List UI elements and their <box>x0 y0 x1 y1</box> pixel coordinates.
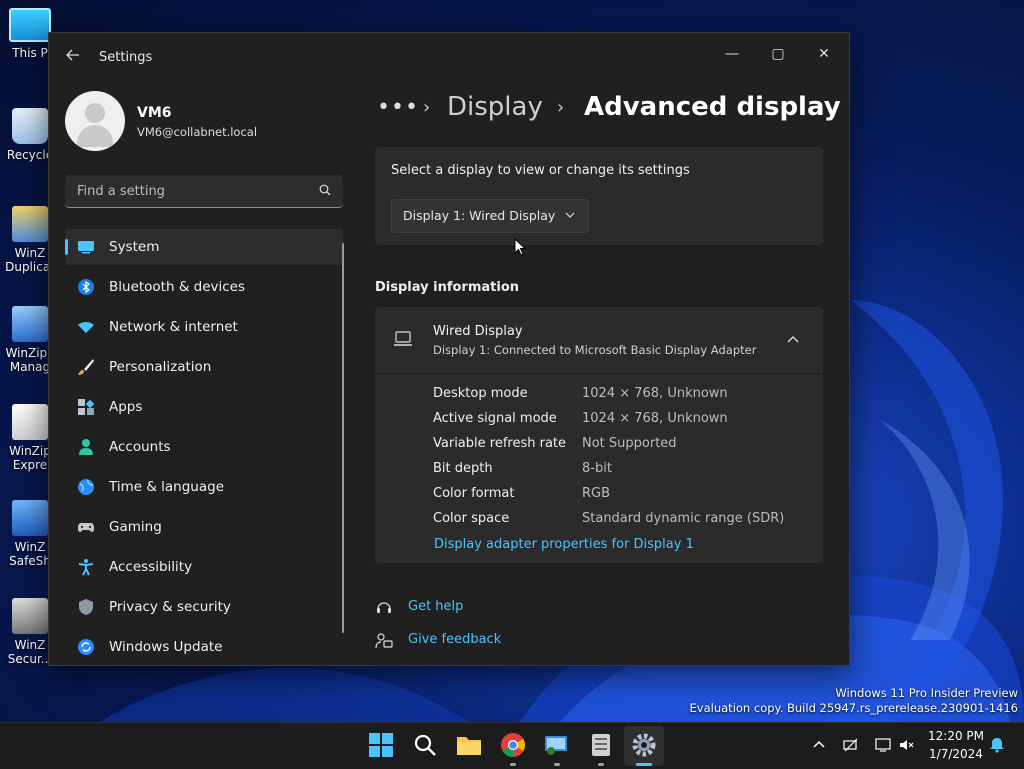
maximize-button[interactable]: ▢ <box>755 39 801 69</box>
gamepad-icon <box>78 523 94 532</box>
select-display-card: Select a display to view or change its s… <box>375 147 823 245</box>
sidebar-item-time-language[interactable]: Time & language <box>65 469 343 505</box>
wifi-icon <box>78 321 94 333</box>
server-running-indicator <box>598 763 604 766</box>
winzip-image-manager-icon <box>12 306 48 342</box>
sidebar-item-personalization[interactable]: Personalization <box>65 349 343 385</box>
chrome-icon[interactable] <box>499 731 527 759</box>
bluetooth-icon <box>78 279 94 295</box>
user-email: VM6@collabnet.local <box>137 125 258 139</box>
update-icon <box>78 639 94 655</box>
display-dropdown[interactable]: Display 1: Wired Display <box>391 199 589 233</box>
winzip-safeshare-icon <box>12 500 48 536</box>
display-dropdown-value: Display 1: Wired Display <box>403 208 556 223</box>
display-info-card: Wired Display Display 1: Connected to Mi… <box>375 307 823 563</box>
notification-bell-icon[interactable] <box>989 737 1005 753</box>
sidebar-item-apps[interactable]: Apps <box>65 389 343 425</box>
apps-icon <box>78 399 95 415</box>
sidebar-item-gaming[interactable]: Gaming <box>65 509 343 545</box>
sidebar-item-accounts[interactable]: Accounts <box>65 429 343 465</box>
accounts-icon <box>79 439 93 455</box>
mouse-cursor-icon <box>514 238 526 256</box>
recycle-bin-icon <box>12 108 48 144</box>
user-name: VM6 <box>137 105 172 121</box>
search-box[interactable] <box>65 175 343 208</box>
breadcrumb-separator: › <box>557 97 565 118</box>
breadcrumb-more-button[interactable]: ••• <box>377 95 419 120</box>
sidebar-nav: System Bluetooth & devices Network & int… <box>65 229 343 665</box>
sidebar-item-privacy[interactable]: Privacy & security <box>65 589 343 625</box>
breadcrumb-display-link[interactable]: Display <box>447 92 543 122</box>
display-tray-icon[interactable] <box>875 737 891 753</box>
device-connection: Display 1: Connected to Microsoft Basic … <box>433 343 757 357</box>
settings-running-indicator <box>636 763 652 766</box>
breadcrumb-separator: › <box>423 97 431 118</box>
chrome-running-indicator <box>510 763 516 766</box>
sidebar-item-system[interactable]: System <box>65 229 343 265</box>
evaluation-watermark: Windows 11 Pro Insider Preview Evaluatio… <box>689 686 1018 715</box>
adapter-properties-link[interactable]: Display adapter properties for Display 1 <box>434 537 694 552</box>
system-icon <box>78 241 94 254</box>
clock-time[interactable]: 12:20 PM <box>928 729 984 743</box>
shield-icon <box>79 599 93 615</box>
start-button[interactable] <box>367 731 395 759</box>
app-title: Settings <box>99 50 153 65</box>
laptop-icon <box>394 331 412 346</box>
chevron-down-icon <box>565 212 575 218</box>
chevron-up-icon[interactable] <box>811 737 827 753</box>
settings-window: Settings — ▢ ✕ VM6 VM6@collabnet.local S… <box>48 32 850 666</box>
search-input[interactable] <box>75 175 309 207</box>
winzip-pdf-express-icon <box>12 404 48 440</box>
brush-icon <box>78 359 94 375</box>
settings-gear-icon[interactable] <box>630 731 658 759</box>
sidebar-item-network[interactable]: Network & internet <box>65 309 343 345</box>
minimize-button[interactable]: — <box>709 39 755 69</box>
sidebar-scrollbar[interactable] <box>342 243 344 633</box>
display-info-header[interactable]: Wired Display Display 1: Connected to Mi… <box>375 307 823 374</box>
help-icon <box>377 602 391 613</box>
remote-desktop-icon[interactable] <box>543 731 571 759</box>
select-display-label: Select a display to view or change its s… <box>391 163 690 178</box>
sidebar-item-accessibility[interactable]: Accessibility <box>65 549 343 585</box>
chevron-up-icon[interactable] <box>785 332 801 348</box>
feedback-icon <box>375 633 393 649</box>
taskbar: 12:20 PM 1/7/2024 <box>0 722 1024 769</box>
accessibility-icon <box>78 559 94 576</box>
winzip-secure-icon <box>12 598 48 634</box>
volume-muted-icon[interactable] <box>899 737 915 753</box>
this-pc-icon <box>9 8 51 42</box>
winzip-duplicate-icon <box>12 206 48 242</box>
title-bar[interactable]: Settings — ▢ ✕ <box>49 33 849 83</box>
clock-date[interactable]: 1/7/2024 <box>928 747 984 761</box>
search-icon[interactable] <box>319 184 331 196</box>
sidebar-item-windows-update[interactable]: Windows Update <box>65 629 343 665</box>
close-button[interactable]: ✕ <box>801 39 847 69</box>
page-title: Advanced display <box>584 92 841 122</box>
back-arrow-icon <box>66 49 79 61</box>
avatar <box>65 91 125 151</box>
server-manager-icon[interactable] <box>587 731 615 759</box>
search-taskbar-icon[interactable] <box>411 731 439 759</box>
globe-icon <box>78 479 94 495</box>
section-title-display-info: Display information <box>375 280 520 295</box>
remote-running-indicator <box>554 763 560 766</box>
device-name: Wired Display <box>433 324 523 339</box>
back-button[interactable] <box>63 47 83 67</box>
network-disconnected-icon[interactable] <box>843 737 859 753</box>
sidebar-item-bluetooth[interactable]: Bluetooth & devices <box>65 269 343 305</box>
file-explorer-icon[interactable] <box>455 731 483 759</box>
